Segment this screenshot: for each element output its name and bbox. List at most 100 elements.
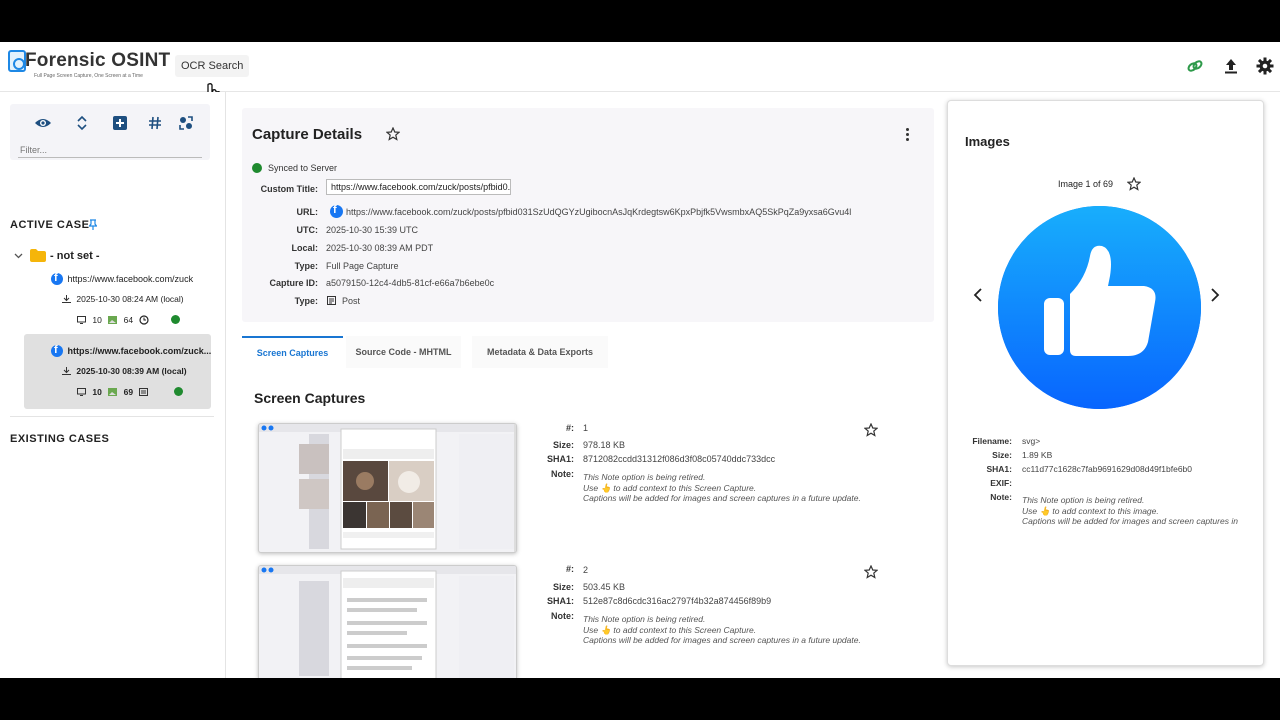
chevron-down-icon[interactable] <box>14 251 23 260</box>
custom-title-label: Custom Title: <box>260 184 318 194</box>
star-icon[interactable] <box>1127 177 1141 191</box>
sidebar-toolbar <box>10 104 210 160</box>
pin-icon[interactable] <box>89 219 97 230</box>
capture-url: https://www.facebook.com/zuck <box>67 274 194 284</box>
sidebar-divider <box>10 416 214 417</box>
star-icon[interactable] <box>864 565 878 579</box>
capture-item-2[interactable]: https://www.facebook.com/zuck... <box>51 344 211 357</box>
app-logo[interactable]: Forensic OSINT Full Page Screen Capture,… <box>8 50 171 82</box>
image-note: This Note option is being retired. Use 👆… <box>1022 495 1238 526</box>
active-case-heading: ACTIVE CASE <box>10 219 90 231</box>
sync-status-dot <box>252 163 262 173</box>
post-type-label: Type: <box>294 296 318 306</box>
image-preview[interactable] <box>998 206 1201 409</box>
screen-icon <box>77 387 86 396</box>
document-icon <box>139 387 149 396</box>
capture-number: 2 <box>583 565 589 575</box>
capture-tabs: Screen Captures Source Code - MHTML Meta… <box>242 336 612 368</box>
custom-title-input[interactable]: https://www.facebook.com/zuck/posts/pfbi… <box>326 179 511 195</box>
ocr-search-button[interactable]: OCR Search <box>175 55 250 77</box>
sync-status-dot <box>173 387 183 397</box>
facebook-icon <box>51 344 63 357</box>
sync-status-dot <box>170 315 180 325</box>
previous-image-arrow-icon[interactable] <box>973 288 983 302</box>
image-filename: svg> <box>1022 436 1041 446</box>
tab-screen-captures[interactable]: Screen Captures <box>242 336 343 368</box>
post-type-value: Post <box>342 296 361 306</box>
capture-details-card: Capture Details Synced to Server Custom … <box>242 108 934 322</box>
screen-capture-thumbnail-2[interactable] <box>258 565 517 678</box>
eye-icon[interactable] <box>34 114 52 132</box>
image-icon <box>108 315 118 324</box>
capture-size-label: Size: <box>552 440 574 450</box>
post-icon <box>327 296 336 305</box>
app-subtitle: Full Page Screen Capture, One Screen at … <box>34 73 143 79</box>
type-value: Full Page Capture <box>326 261 399 271</box>
url-value[interactable]: https://www.facebook.com/zuck/posts/pfbi… <box>346 207 851 217</box>
capture-sha1: 512e87c8d6cdc316ac2797f4b32a874456f89b9 <box>583 596 772 606</box>
capture-timestamp-row: 2025-10-30 08:24 AM (local) <box>62 293 184 304</box>
utc-value: 2025-10-30 15:39 UTC <box>326 225 419 235</box>
screen-capture-thumbnail-1[interactable] <box>258 423 517 553</box>
case-tree-node[interactable]: - not set - <box>14 249 100 262</box>
sync-status-text: Synced to Server <box>268 163 338 173</box>
capture-item-1[interactable]: https://www.facebook.com/zuck <box>51 272 194 285</box>
add-box-icon[interactable] <box>111 114 129 132</box>
capture-size-label: Size: <box>552 582 574 592</box>
thumbnail-preview <box>259 566 516 678</box>
tab-metadata-exports[interactable]: Metadata & Data Exports <box>472 336 608 368</box>
capture-stats-row: 10 64 <box>77 314 180 325</box>
url-label: URL: <box>296 207 319 217</box>
expand-collapse-icon[interactable] <box>73 114 91 132</box>
left-sidebar: ACTIVE CASE - not set - https://www.face… <box>0 92 226 678</box>
image-counter: Image 1 of 69 <box>1058 179 1114 189</box>
facebook-icon <box>330 204 343 218</box>
local-label: Local: <box>291 243 318 253</box>
image-count: 64 <box>123 314 134 325</box>
capture-number-label: #: <box>565 423 574 433</box>
capture-id-label: Capture ID: <box>269 278 318 288</box>
image-exif-label: EXIF: <box>990 478 1012 488</box>
capture-size: 978.18 KB <box>583 440 626 450</box>
compare-icon[interactable] <box>177 114 195 132</box>
capture-note-label: Note: <box>551 469 574 479</box>
star-icon[interactable] <box>386 127 400 141</box>
thumbnail-preview <box>259 424 516 552</box>
app-title: Forensic OSINT <box>25 50 171 71</box>
gear-icon[interactable] <box>1256 57 1274 75</box>
more-options-icon[interactable] <box>906 128 910 142</box>
capture-timestamp: 2025-10-30 08:24 AM (local) <box>76 293 184 304</box>
images-panel: Images Image 1 of 69 Filename: svg> Size… <box>947 100 1264 666</box>
screen-count: 10 <box>92 386 102 397</box>
capture-note: This Note option is being retired. Use 👆… <box>583 472 861 503</box>
tab-source-code[interactable]: Source Code - MHTML <box>346 336 461 368</box>
capture-note: This Note option is being retired. Use 👆… <box>583 614 861 645</box>
capture-download-icon <box>62 366 71 375</box>
upload-icon[interactable] <box>1222 57 1240 75</box>
local-value: 2025-10-30 08:39 AM PDT <box>326 243 434 253</box>
images-panel-title: Images <box>965 134 1010 149</box>
app-window: Forensic OSINT Full Page Screen Capture,… <box>0 42 1280 678</box>
capture-sha1: 8712082ccdd31312f086d3f08c05740ddc733dcc <box>583 454 776 464</box>
next-image-arrow-icon[interactable] <box>1210 288 1220 302</box>
capture-size: 503.45 KB <box>583 582 626 592</box>
image-icon <box>108 387 118 396</box>
screen-icon <box>77 315 86 324</box>
folder-icon <box>29 249 46 262</box>
image-size-label: Size: <box>992 450 1012 460</box>
capture-sha1-label: SHA1: <box>546 596 574 606</box>
screen-count: 10 <box>92 314 102 325</box>
capture-sha1-label: SHA1: <box>546 454 574 464</box>
capture-details-title: Capture Details <box>252 126 363 143</box>
filter-input[interactable] <box>18 142 202 158</box>
image-sha1-label: SHA1: <box>986 464 1012 474</box>
facebook-icon <box>51 272 63 285</box>
link-icon[interactable] <box>1186 57 1204 75</box>
existing-cases-heading[interactable]: EXISTING CASES <box>10 433 109 445</box>
utc-label: UTC: <box>296 225 319 235</box>
hash-icon[interactable] <box>146 114 164 132</box>
screen-captures-heading: Screen Captures <box>254 390 366 406</box>
star-icon[interactable] <box>864 423 878 437</box>
top-header: Forensic OSINT Full Page Screen Capture,… <box>0 42 1280 110</box>
capture-download-icon <box>62 294 71 303</box>
